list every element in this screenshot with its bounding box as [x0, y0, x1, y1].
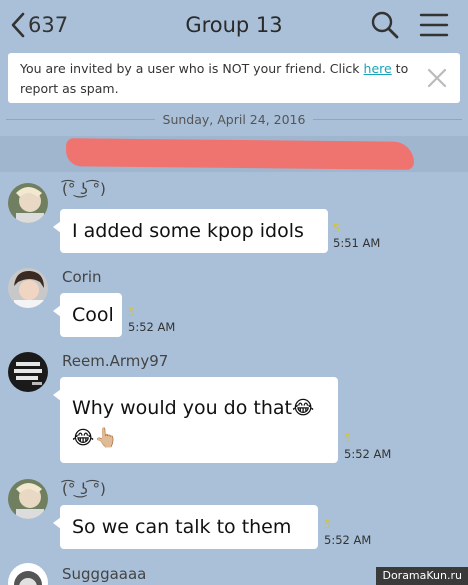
header-bar: 637 Group 13	[0, 0, 468, 50]
redaction-scribble	[65, 138, 415, 170]
message-text-line-2: 😂👆🏼	[72, 427, 118, 449]
avatar[interactable]	[8, 183, 48, 223]
notice-close-button[interactable]	[426, 67, 448, 89]
sender-name: (͡° ͜ʖ ͡°)	[62, 180, 106, 198]
notice-text-start: You are invited by a user who is NOT you…	[20, 61, 364, 76]
message-bubble[interactable]: I added some kpop idols	[53, 209, 328, 253]
sender-name: Sugggaaaa	[62, 565, 147, 583]
date-label: Sunday, April 24, 2016	[162, 111, 306, 127]
avatar[interactable]	[8, 563, 48, 585]
message-bubble[interactable]: Why would you do that😂 😂👆🏼	[53, 377, 338, 463]
read-count: 5	[324, 518, 331, 531]
spam-notice: You are invited by a user who is NOT you…	[8, 53, 460, 103]
sender-name: (͡° ͜ʖ ͡°)	[62, 480, 106, 498]
message-text: Why would you do that😂	[72, 397, 315, 419]
message-bubble[interactable]: Cool	[53, 293, 122, 337]
date-separator: Sunday, April 24, 2016	[0, 108, 468, 130]
message-time: 5:52 AM	[128, 320, 176, 334]
read-count: 5	[344, 432, 351, 445]
avatar[interactable]	[8, 268, 48, 308]
date-divider-left	[6, 118, 155, 120]
message-time: 5:51 AM	[333, 236, 381, 250]
avatar[interactable]	[8, 479, 48, 519]
watermark: DoramaKun.ru	[376, 567, 468, 585]
message-text: I added some kpop idols	[72, 220, 304, 242]
date-divider-right	[313, 118, 462, 120]
read-count: 5	[128, 306, 135, 319]
message-text: Cool	[72, 304, 114, 326]
message-text: So we can talk to them	[72, 516, 292, 538]
menu-button[interactable]	[418, 11, 450, 39]
close-icon	[427, 68, 447, 88]
sender-name: Reem.Army97	[62, 352, 169, 370]
search-button[interactable]	[370, 10, 400, 40]
search-icon	[371, 11, 399, 39]
hamburger-menu-icon	[419, 13, 449, 37]
message-time: 5:52 AM	[324, 533, 372, 547]
avatar[interactable]	[8, 352, 48, 392]
sender-name: Corin	[62, 268, 102, 286]
message-bubble[interactable]: So we can talk to them	[53, 505, 318, 549]
report-spam-link[interactable]: here	[364, 61, 392, 76]
message-time: 5:52 AM	[344, 447, 392, 461]
read-count: 5	[333, 222, 340, 235]
